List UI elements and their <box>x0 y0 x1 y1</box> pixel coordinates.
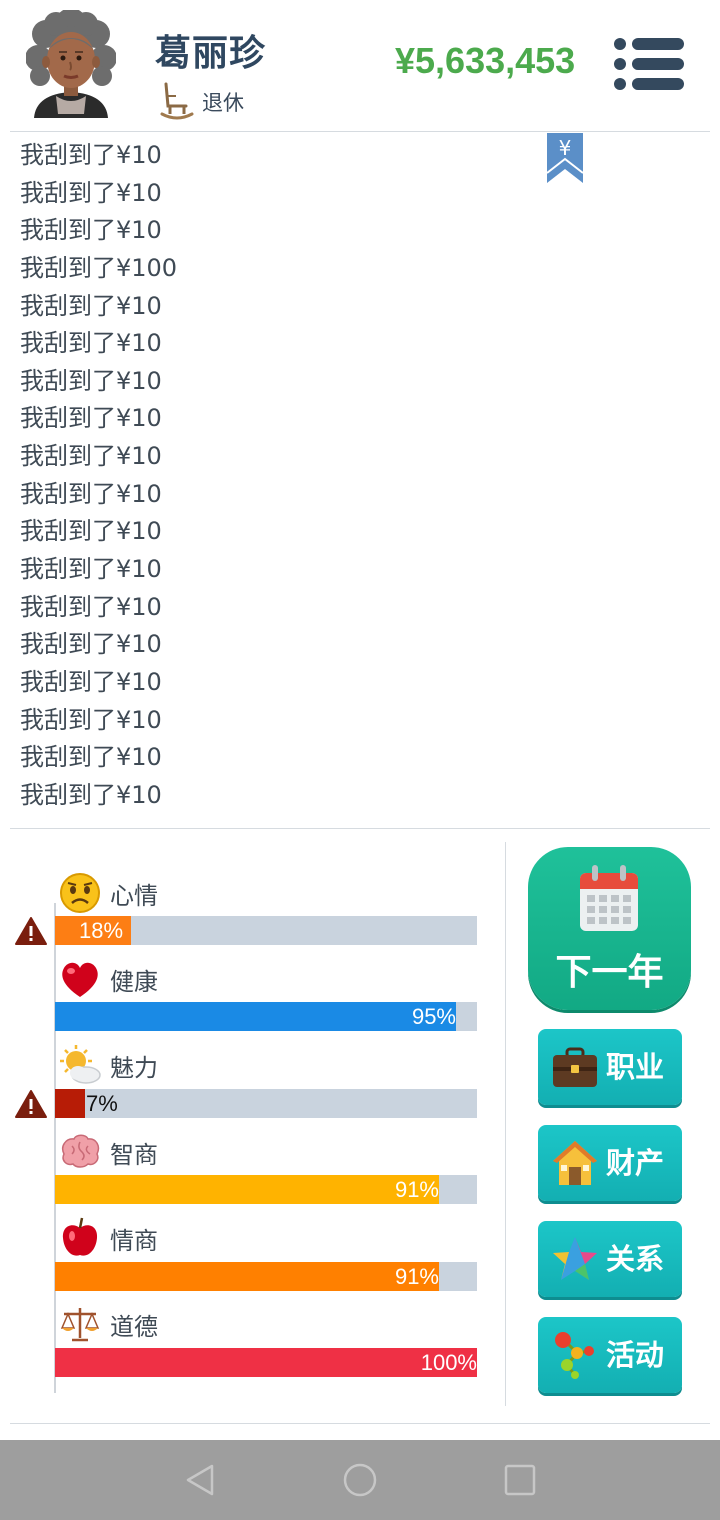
stat-header: 心情 <box>58 871 158 915</box>
stat-label: 健康 <box>110 967 158 996</box>
career-button[interactable]: 职业 <box>538 1029 682 1105</box>
next-year-button[interactable]: 下一年 <box>528 847 691 1010</box>
stat-bar: 91% <box>55 1175 477 1204</box>
stat-percent: 18% <box>79 918 124 943</box>
brain-icon <box>62 1134 100 1168</box>
sad-face-icon <box>60 873 100 913</box>
avatar-icon[interactable] <box>26 10 116 118</box>
house-icon <box>553 1141 597 1185</box>
stat-label: 心情 <box>110 881 158 910</box>
assets-button[interactable]: 财产 <box>538 1125 682 1201</box>
yen-bookmark-icon[interactable]: ¥ <box>546 133 584 185</box>
stat-bar: 7% <box>55 1089 477 1118</box>
career-label: 职业 <box>606 1050 665 1084</box>
stat-bar-fill <box>55 1002 456 1031</box>
home-icon[interactable] <box>340 1460 380 1500</box>
status-text: 退休 <box>202 91 244 115</box>
stat-header: 情商 <box>58 1216 158 1260</box>
money-balance: ¥5,633,453 <box>395 40 576 81</box>
character-name: 葛丽珍 <box>155 33 267 74</box>
stat-header: 健康 <box>58 957 158 1001</box>
stat-label: 魅力 <box>110 1053 158 1082</box>
log-line: 我刮到了¥10 <box>20 743 162 772</box>
log-line: 我刮到了¥10 <box>20 667 162 696</box>
stat-bar: 18% <box>55 916 477 945</box>
stat-label: 智商 <box>110 1140 158 1169</box>
stats-axis-line <box>54 903 56 1393</box>
recents-icon[interactable] <box>500 1460 540 1500</box>
apple-icon <box>62 1217 98 1256</box>
warning-icon <box>15 917 47 945</box>
rocking-chair-icon <box>160 82 194 120</box>
stat-header: 魅力 <box>58 1043 158 1087</box>
activities-label: 活动 <box>606 1338 665 1372</box>
log-line: 我刮到了¥10 <box>20 780 162 809</box>
life-status: 退休 <box>160 82 244 122</box>
stat-bar: 100% <box>55 1348 477 1377</box>
activities-button[interactable]: 活动 <box>538 1317 682 1393</box>
stat-bar-fill <box>55 1175 439 1204</box>
log-line: 我刮到了¥100 <box>20 253 178 282</box>
stat-label: 道德 <box>110 1312 158 1341</box>
log-line: 我刮到了¥10 <box>20 329 162 358</box>
back-icon[interactable] <box>180 1460 220 1500</box>
log-line: 我刮到了¥10 <box>20 630 162 659</box>
stat-percent: 91% <box>394 1177 439 1202</box>
heart-icon <box>62 962 98 997</box>
assets-label: 财产 <box>606 1146 665 1180</box>
briefcase-icon <box>553 1047 597 1087</box>
stat-percent: 100% <box>420 1350 477 1375</box>
menu-list-icon[interactable] <box>612 36 686 92</box>
log-line: 我刮到了¥10 <box>20 555 162 584</box>
sun-cloud-icon <box>60 1045 101 1084</box>
stat-percent: 7% <box>86 1091 118 1116</box>
log-divider <box>10 828 710 829</box>
log-line: 我刮到了¥10 <box>20 366 162 395</box>
molecule-icon <box>555 1332 594 1379</box>
log-line: 我刮到了¥10 <box>20 592 162 621</box>
warning-icon <box>15 1090 47 1118</box>
log-line: 我刮到了¥10 <box>20 479 162 508</box>
star-icon <box>553 1237 597 1280</box>
calendar-icon <box>580 865 638 931</box>
relationships-label: 关系 <box>606 1242 665 1276</box>
stat-bar-fill <box>55 1348 477 1377</box>
log-line: 我刮到了¥10 <box>20 141 162 169</box>
log-line: 我刮到了¥10 <box>20 404 162 433</box>
stat-header: 道德 <box>58 1302 158 1346</box>
stat-bar: 91% <box>55 1262 477 1291</box>
stat-percent: 91% <box>394 1264 439 1289</box>
stat-bar-fill <box>55 1262 439 1291</box>
log-line: 我刮到了¥10 <box>20 442 162 471</box>
system-navigation-bar <box>0 1440 720 1520</box>
scales-icon <box>60 1308 100 1342</box>
stat-bar-fill <box>55 1089 85 1118</box>
stat-bar: 95% <box>55 1002 477 1031</box>
event-log[interactable]: 我刮到了¥10 我刮到了¥10 我刮到了¥10 我刮到了¥100 我刮到了¥10 我刮到了… <box>20 137 540 815</box>
log-line: 我刮到了¥10 <box>20 178 162 207</box>
stat-header: 智商 <box>58 1130 158 1174</box>
log-line: 我刮到了¥10 <box>20 517 162 546</box>
header: 葛丽珍 退休 ¥5,633,453 <box>0 0 720 131</box>
panel-separator <box>505 842 506 1406</box>
log-line: 我刮到了¥10 <box>20 705 162 734</box>
stat-percent: 95% <box>411 1004 456 1029</box>
bottom-divider <box>10 1423 710 1424</box>
log-line: 我刮到了¥10 <box>20 291 162 320</box>
stat-label: 情商 <box>110 1226 158 1255</box>
relationships-button[interactable]: 关系 <box>538 1221 682 1297</box>
next-year-label: 下一年 <box>555 952 664 993</box>
bookmark-symbol: ¥ <box>559 136 572 160</box>
log-line: 我刮到了¥10 <box>20 216 162 245</box>
header-divider <box>10 131 710 132</box>
